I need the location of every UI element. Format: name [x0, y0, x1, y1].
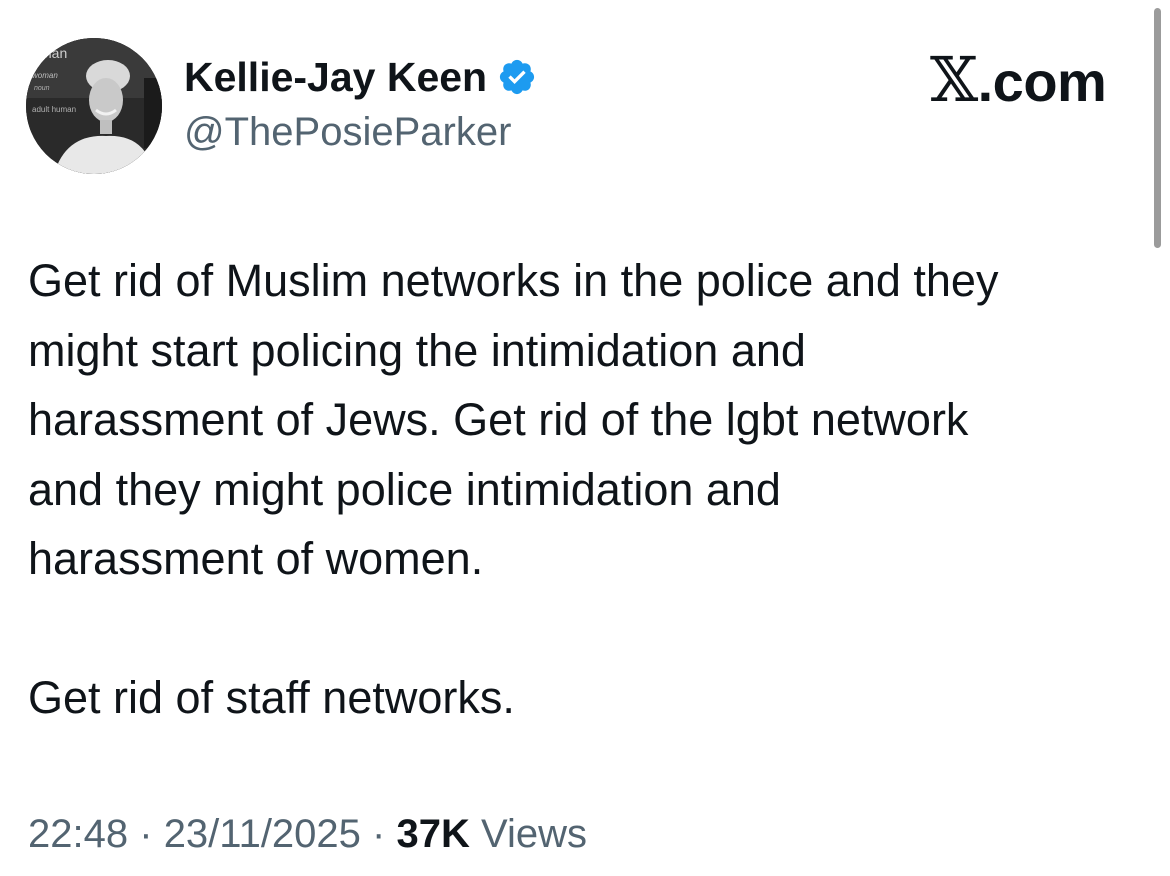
- tweet-line: might start policing the intimidation an…: [28, 324, 806, 376]
- brand-suffix: .com: [977, 50, 1107, 113]
- tweet-line: harassment of women.: [28, 533, 484, 584]
- tweet-text: Get rid of Muslim networks in the police…: [28, 246, 1148, 733]
- avatar-text-1: man: [40, 45, 67, 61]
- author-handle[interactable]: @ThePosieParker: [184, 108, 511, 156]
- tweet-line: Get rid of Muslim networks in the police…: [28, 255, 999, 306]
- meta-separator: ·: [139, 812, 153, 856]
- verified-badge-icon: [497, 57, 537, 97]
- tweet-date[interactable]: 23/11/2025: [164, 812, 361, 856]
- avatar-text-3: noun: [34, 85, 50, 92]
- x-logo-icon: 𝕏: [930, 43, 978, 116]
- avatar-photo: man woman noun adult human: [26, 38, 162, 174]
- tweet-line: Get rid of staff networks.: [28, 672, 515, 723]
- avatar[interactable]: man woman noun adult human: [26, 38, 162, 174]
- avatar-text-2: woman: [32, 71, 58, 80]
- tweet-meta: 22:48 · 23/11/2025 · 37K Views: [28, 808, 587, 860]
- scrollbar[interactable]: [1154, 8, 1161, 248]
- tweet-card: man woman noun adult human Kellie-Jay Ke…: [0, 0, 1170, 876]
- views-count[interactable]: 37K: [397, 812, 470, 856]
- views-label[interactable]: Views: [481, 812, 587, 856]
- tweet-line: harassment of Jews. Get rid of the lgbt …: [28, 394, 969, 445]
- author-name-row[interactable]: Kellie-Jay Keen: [184, 52, 537, 102]
- tweet-line: and they might police intimidation and: [28, 463, 781, 515]
- author-display-name[interactable]: Kellie-Jay Keen: [184, 52, 487, 102]
- tweet-time[interactable]: 22:48: [28, 812, 128, 856]
- avatar-text-4: adult human: [32, 105, 76, 114]
- meta-separator: ·: [372, 812, 386, 856]
- x-com-logo: 𝕏.com: [930, 48, 1107, 114]
- tweet-blank-line: [28, 594, 1148, 664]
